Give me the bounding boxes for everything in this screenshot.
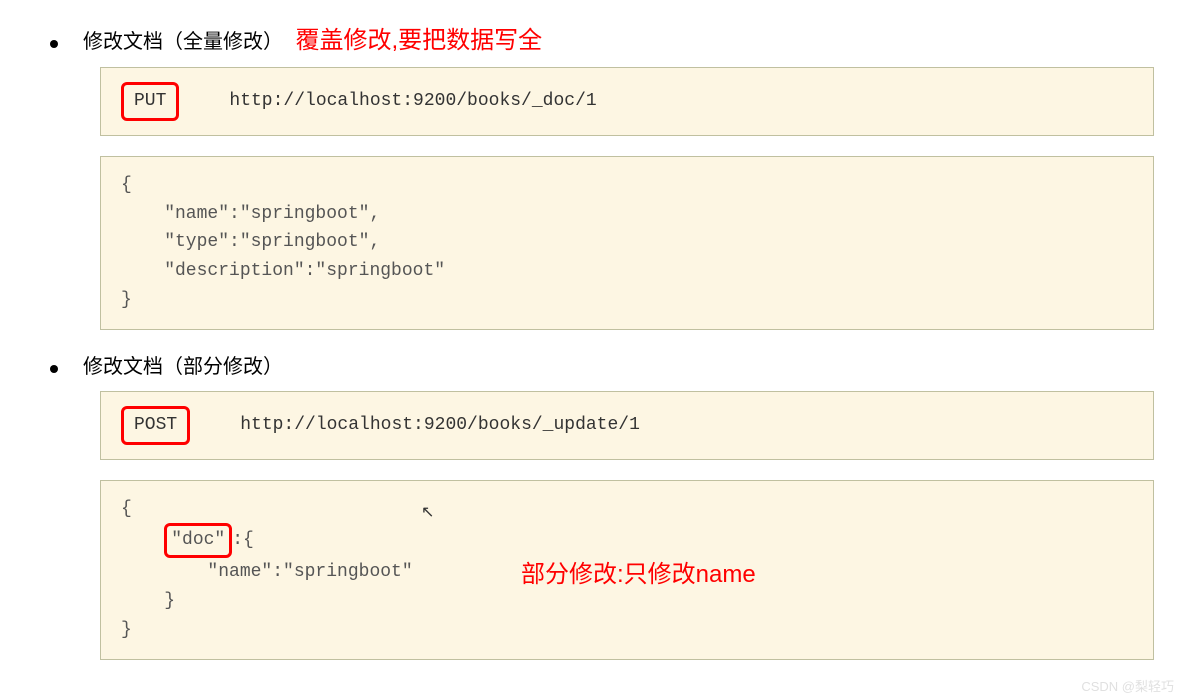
bullet-text-full: 修改文档（全量修改） bbox=[83, 31, 283, 53]
json-line: "description":"springboot" bbox=[121, 257, 1133, 286]
cursor-icon: ↖ bbox=[421, 501, 434, 527]
code-box-put-request: PUT http://localhost:9200/books/_doc/1 bbox=[100, 67, 1154, 136]
bullet-text-partial: 修改文档（部分修改） bbox=[83, 356, 283, 378]
bullet-icon bbox=[50, 365, 58, 373]
code-box-put-body: { "name":"springboot", "type":"springboo… bbox=[100, 156, 1154, 330]
json-line: } bbox=[121, 286, 1133, 315]
bullet-item-full-update: 修改文档（全量修改） 覆盖修改,要把数据写全 bbox=[30, 20, 1154, 55]
code-box-post-request: POST http://localhost:9200/books/_update… bbox=[100, 391, 1154, 460]
url-post: http://localhost:9200/books/_update/1 bbox=[240, 411, 640, 440]
json-line: { bbox=[121, 171, 1133, 200]
annotation-full-update: 覆盖修改,要把数据写全 bbox=[295, 27, 542, 54]
bullet-item-partial-update: 修改文档（部分修改） bbox=[30, 350, 1154, 379]
http-method-post: POST bbox=[121, 406, 190, 445]
bullet-icon bbox=[50, 40, 58, 48]
json-line: "type":"springboot", bbox=[121, 228, 1133, 257]
url-put: http://localhost:9200/books/_doc/1 bbox=[229, 87, 596, 116]
http-method-put: PUT bbox=[121, 82, 179, 121]
json-line-doc: "doc":{ bbox=[121, 523, 1133, 558]
json-line: "name":"springboot", bbox=[121, 200, 1133, 229]
json-line: } bbox=[121, 616, 1133, 645]
json-line: { bbox=[121, 495, 1133, 524]
code-box-post-body: ↖ { "doc":{ "name":"springboot" } } 部分修改… bbox=[100, 480, 1154, 660]
doc-key-highlight: "doc" bbox=[164, 523, 232, 558]
annotation-partial-update: 部分修改:只修改name bbox=[521, 556, 756, 594]
watermark: CSDN @梨轻巧 bbox=[1081, 676, 1174, 695]
